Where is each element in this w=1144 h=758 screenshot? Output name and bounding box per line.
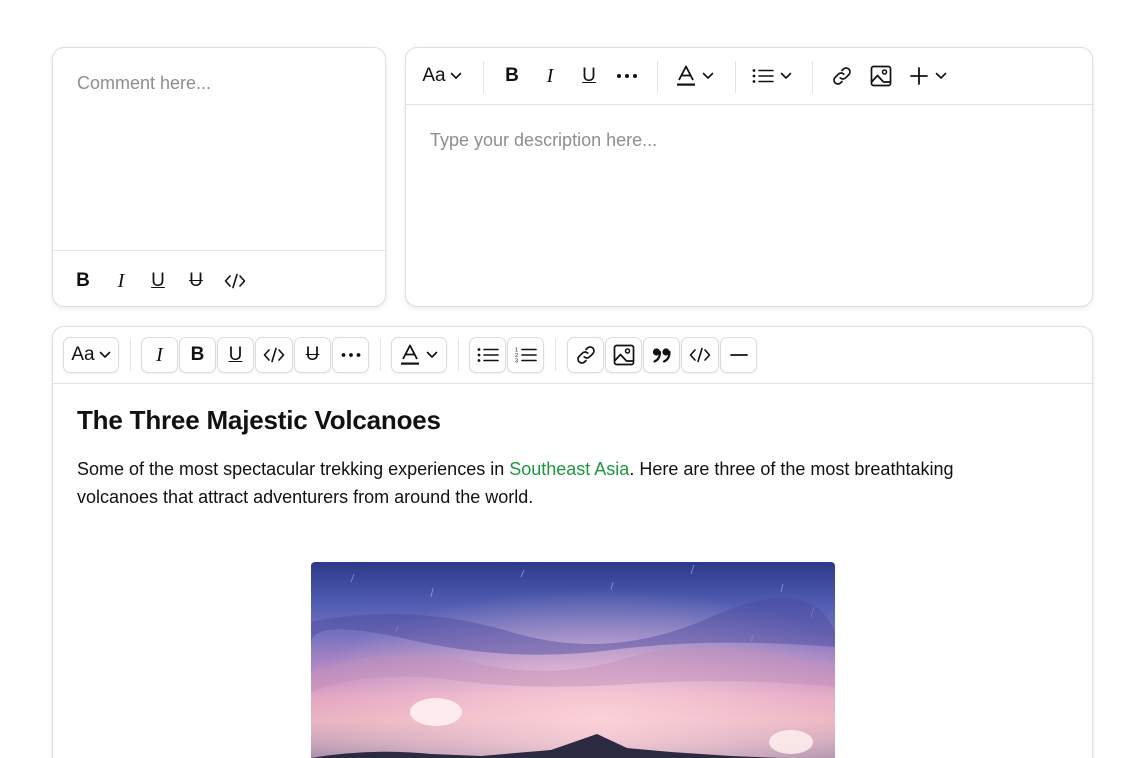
toolbar-divider	[483, 61, 484, 93]
volcano-photo[interactable]	[311, 562, 835, 758]
more-horizontal-icon	[341, 353, 360, 357]
horizontal-rule-button[interactable]	[720, 337, 757, 373]
toolbar-divider	[735, 61, 736, 93]
code-icon	[689, 347, 711, 363]
code-block-button[interactable]	[681, 337, 719, 373]
more-options-button[interactable]	[616, 64, 638, 88]
volcano-illustration	[311, 562, 835, 758]
document-editor: Aa I B U U 1 2 3 The Three Majestic Volc…	[52, 326, 1093, 758]
image-button[interactable]	[605, 337, 642, 373]
document-paragraph[interactable]: Some of the most spectacular trekking ex…	[77, 455, 1037, 511]
underline-button[interactable]: U	[579, 64, 599, 88]
link-button[interactable]	[567, 337, 604, 373]
bold-button[interactable]: B	[502, 64, 522, 88]
strikethrough-button[interactable]: U	[294, 337, 331, 373]
link-icon	[833, 67, 851, 85]
svg-text:3: 3	[515, 359, 518, 365]
font-dropdown[interactable]: Aa	[420, 64, 464, 88]
southeast-asia-link[interactable]: Southeast Asia	[509, 459, 629, 479]
text-color-dropdown[interactable]	[674, 64, 716, 88]
image-icon	[613, 344, 634, 366]
document-toolbar: Aa I B U U 1 2 3	[53, 327, 1092, 384]
toolbar-divider	[812, 61, 813, 93]
toolbar-divider	[555, 339, 556, 371]
toolbar-divider	[657, 61, 658, 93]
chevron-down-icon	[450, 72, 461, 79]
more-horizontal-icon	[617, 74, 637, 78]
insert-dropdown[interactable]	[906, 64, 950, 88]
toolbar-divider	[130, 339, 131, 371]
italic-button[interactable]: I	[540, 64, 560, 88]
description-editor: Aa B I U Type your description here...	[405, 47, 1093, 307]
description-toolbar: Aa B I U	[406, 48, 1092, 105]
underline-button[interactable]: U	[217, 337, 254, 373]
numbered-list-icon: 1 2 3	[515, 348, 537, 365]
comment-input[interactable]: Comment here...	[77, 73, 211, 94]
plus-icon	[910, 67, 928, 85]
font-label: Aa	[71, 344, 95, 365]
code-button[interactable]	[255, 337, 293, 373]
bullet-list-icon	[752, 69, 774, 83]
list-dropdown[interactable]	[751, 64, 793, 88]
image-button[interactable]	[869, 64, 893, 88]
image-icon	[870, 65, 892, 87]
link-icon	[576, 346, 595, 364]
chevron-down-icon	[426, 351, 438, 358]
font-dropdown[interactable]: Aa	[63, 337, 119, 373]
strikethrough-button[interactable]: U	[186, 269, 206, 293]
font-label: Aa	[422, 65, 446, 86]
numbered-list-button[interactable]: 1 2 3	[507, 337, 544, 373]
italic-button[interactable]: I	[111, 269, 131, 293]
toolbar-divider	[458, 339, 459, 371]
chevron-down-icon	[99, 351, 110, 358]
underline-button[interactable]: U	[148, 269, 168, 293]
code-icon	[263, 347, 285, 363]
blockquote-button[interactable]	[643, 337, 680, 373]
text-color-icon	[401, 344, 419, 365]
quote-icon	[652, 348, 671, 363]
chevron-down-icon	[780, 72, 792, 79]
toolbar-divider	[380, 339, 381, 371]
comment-toolbar: B I U U	[53, 250, 385, 308]
text-color-dropdown[interactable]	[391, 337, 447, 373]
code-icon	[224, 273, 246, 289]
chevron-down-icon	[935, 72, 947, 79]
bold-button[interactable]: B	[179, 337, 216, 373]
more-options-button[interactable]	[332, 337, 369, 373]
italic-button[interactable]: I	[141, 337, 178, 373]
comment-editor: Comment here... B I U U	[52, 47, 386, 307]
document-heading[interactable]: The Three Majestic Volcanoes	[77, 405, 441, 436]
horizontal-rule-icon	[729, 354, 748, 356]
paragraph-text: Some of the most spectacular trekking ex…	[77, 459, 510, 479]
description-input[interactable]: Type your description here...	[430, 130, 657, 151]
text-color-icon	[677, 65, 695, 86]
link-button[interactable]	[830, 64, 854, 88]
bullet-list-button[interactable]	[469, 337, 506, 373]
bold-button[interactable]: B	[73, 269, 93, 293]
bullet-list-icon	[477, 348, 499, 362]
code-button[interactable]	[223, 269, 247, 293]
chevron-down-icon	[702, 72, 714, 79]
